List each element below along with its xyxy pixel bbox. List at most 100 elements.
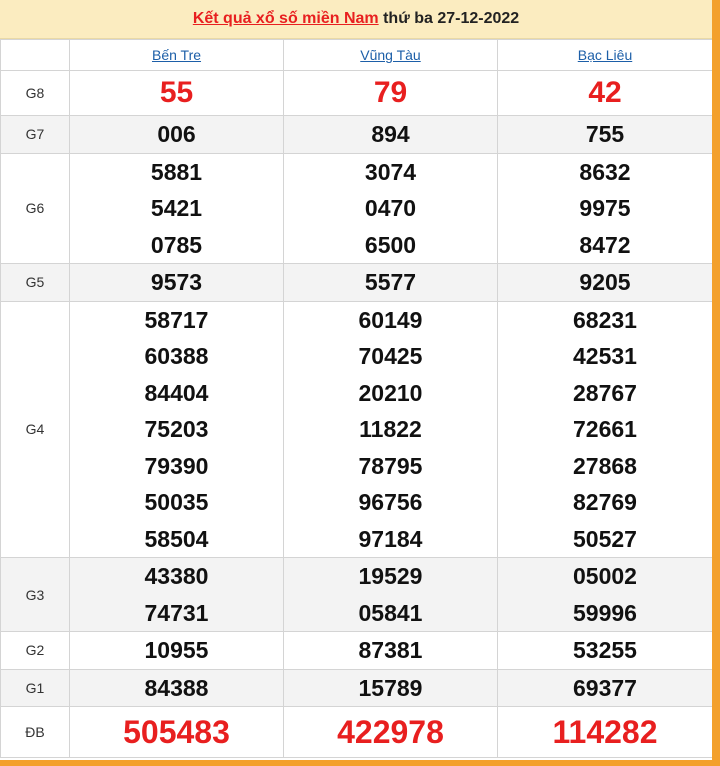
prize-number: 78795 [358,452,423,479]
prize-cell: 19529 05841 [283,557,498,632]
right-border [712,0,720,766]
prize-number: 74731 [144,599,209,626]
prize-cell: 68231 42531 28767 72661 27868 82769 50527 [497,300,713,558]
prize-number: 50527 [573,525,637,552]
prize-number: 68231 [573,306,637,333]
prize-cell: 43380 74731 [69,557,284,632]
province-link[interactable]: Vũng Tàu [360,47,420,63]
prize-label: G5 [0,263,70,302]
province-header: Bạc Liêu [497,39,713,71]
prize-row: G1 84388 15789 69377 [0,668,713,707]
prize-number: 70425 [358,343,423,369]
results-panel: Kết quả xổ số miền Nam thứ ba 27-12-2022… [0,0,713,766]
prize-number: 84404 [144,379,209,406]
prize-number: 0785 [150,231,203,258]
prize-cell: 42 [497,70,713,116]
title-link[interactable]: Kết quả xổ số miền Nam [193,10,379,27]
prize-cell: 60149 70425 20210 11822 78795 96756 97184 [283,300,498,558]
prize-cell: 58717 60388 84404 75203 79390 50035 58504 [69,300,284,558]
prize-row: ĐB 505483 422978 114282 [0,706,713,758]
prize-number: 9975 [579,195,631,221]
prize-number: 60388 [144,343,209,369]
prize-label: G7 [0,115,70,154]
prize-number: 0470 [364,195,417,221]
prize-number: 72661 [573,416,637,442]
prize-cell: 114282 [497,706,713,758]
prize-number: 27868 [573,452,637,479]
prize-cell: 79 [283,70,498,116]
prize-cell: 9573 [69,263,284,302]
prize-cell: 84388 [69,668,284,707]
prize-label: G6 [0,152,70,264]
prize-label: ĐB [0,706,70,758]
prize-number: 19529 [358,563,423,589]
prize-number: 75203 [144,416,209,442]
prize-number: 755 [585,121,625,147]
prize-number: 114282 [552,714,658,750]
prize-label: G3 [0,557,70,632]
prize-cell: 87381 [283,631,498,670]
prize-number: 42 [588,76,622,109]
title-date: thứ ba 27-12-2022 [378,10,520,27]
prize-row: G6 5881 5421 0785 3074 0470 6500 8632 9975 8472 [0,152,713,264]
prize-number: 69377 [573,674,637,701]
prize-number: 5421 [150,195,203,221]
prize-number: 97184 [358,525,423,552]
province-header-row: Bến Tre Vũng Tàu Bạc Liêu [0,39,713,71]
prize-number: 50035 [144,489,209,515]
prize-cell: 10955 [69,631,284,670]
prize-number: 5881 [150,158,203,185]
prize-number: 43380 [144,563,209,589]
bottom-border [0,760,712,766]
prize-cell: 05002 59996 [497,557,713,632]
prize-label: G1 [0,668,70,707]
prize-number: 96756 [358,489,423,515]
province-link[interactable]: Bến Tre [152,47,201,63]
province-header: Bến Tre [69,39,284,71]
prize-row: G5 9573 5577 9205 [0,263,713,302]
province-header: Vũng Tàu [283,39,498,71]
prize-number: 82769 [573,489,637,515]
prize-number: 58504 [144,525,209,552]
prize-cell: 5881 5421 0785 [69,152,284,264]
prize-number: 8472 [579,231,631,258]
prize-number: 15789 [358,674,423,701]
prize-number: 87381 [358,637,423,663]
prize-label: G8 [0,70,70,116]
prize-number: 9573 [150,269,203,295]
prize-number: 58717 [144,306,209,333]
prize-number: 20210 [358,379,423,406]
prize-number: 53255 [573,637,637,663]
prize-row: G3 43380 74731 19529 05841 05002 59996 [0,557,713,632]
prize-number: 28767 [573,379,637,406]
prize-number: 5577 [364,269,417,295]
prize-number: 79390 [144,452,209,479]
prize-label: G2 [0,631,70,670]
prize-cell: 15789 [283,668,498,707]
prize-row: G4 58717 60388 84404 75203 79390 50035 58504 601… [0,300,713,558]
prize-cell: 5577 [283,263,498,302]
prize-number: 05841 [358,599,423,626]
prize-row: G2 10955 87381 53255 [0,631,713,670]
prize-cell: 006 [69,115,284,154]
page-title: Kết quả xổ số miền Nam thứ ba 27-12-2022 [0,0,712,39]
prize-row: G7 006 894 755 [0,115,713,154]
prize-row: G8 55 79 42 [0,70,713,116]
prize-number: 894 [371,121,410,147]
prize-number: 10955 [144,637,209,663]
province-link[interactable]: Bạc Liêu [578,47,632,63]
prize-number: 05002 [573,563,637,589]
prize-cell: 9205 [497,263,713,302]
prize-cell: 505483 [69,706,284,758]
prize-number: 422978 [337,714,444,750]
prize-number: 9205 [579,269,631,295]
prize-cell: 69377 [497,668,713,707]
prize-cell: 894 [283,115,498,154]
prize-cell: 755 [497,115,713,154]
prize-number: 84388 [144,674,209,701]
prize-cell: 422978 [283,706,498,758]
prize-label: G4 [0,300,70,558]
prize-number: 55 [159,76,194,109]
prize-cell: 55 [69,70,284,116]
prize-number: 505483 [123,714,230,750]
